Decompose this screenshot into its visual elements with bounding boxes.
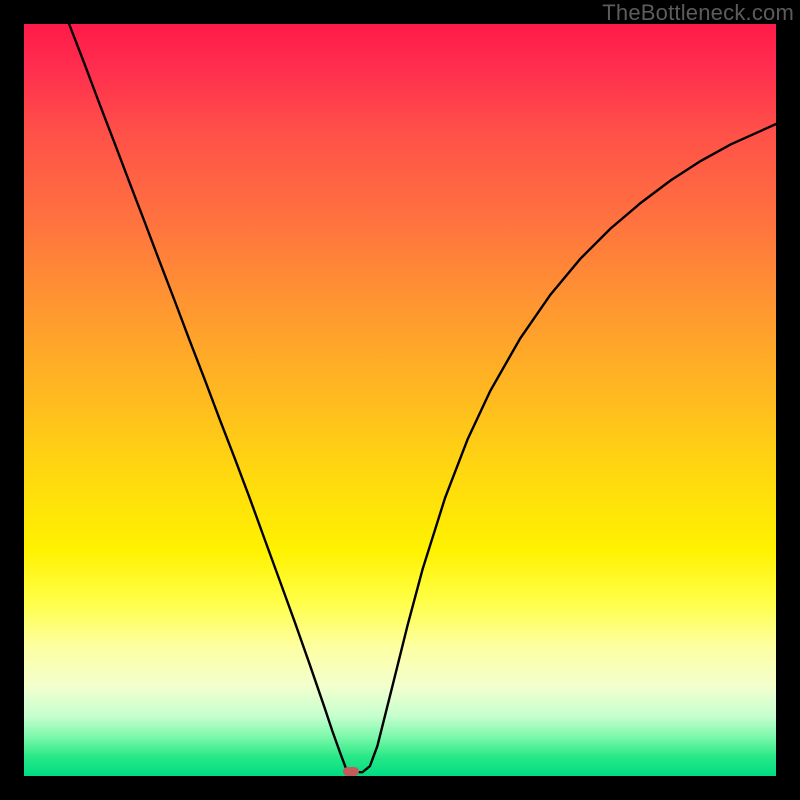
optimal-point-marker [343, 767, 359, 776]
chart-frame: TheBottleneck.com [0, 0, 800, 800]
bottleneck-curve [24, 24, 776, 776]
plot-area [24, 24, 776, 776]
watermark-text: TheBottleneck.com [602, 0, 794, 26]
